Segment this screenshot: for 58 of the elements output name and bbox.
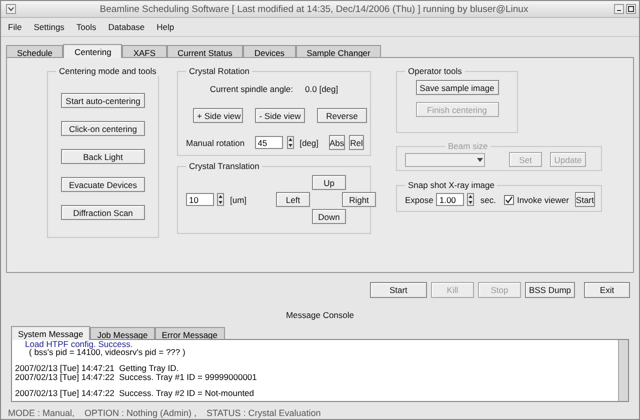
group-title: Crystal Rotation bbox=[188, 66, 250, 76]
tab[interactable]: XAFS bbox=[122, 45, 167, 57]
log-line: 2007/02/13 [Tue] 14:47:22 Success. Tray #1 ID = 99999000001 bbox=[15, 372, 258, 381]
tab[interactable]: Sample Changer bbox=[296, 45, 382, 57]
log-line: 2007/02/13 [Tue] 14:47:21 Getting Tray ID. bbox=[15, 364, 180, 373]
button[interactable]: Back Light bbox=[61, 149, 145, 164]
unit-label: [deg] bbox=[300, 138, 318, 148]
button[interactable]: Abs bbox=[328, 135, 346, 150]
button[interactable]: Reverse bbox=[317, 108, 367, 123]
log-line: Load HTPF config. Success. bbox=[24, 340, 133, 348]
menu-item[interactable]: Help bbox=[156, 22, 174, 32]
button[interactable]: Right bbox=[342, 192, 376, 207]
menu-item[interactable]: Tools bbox=[76, 22, 96, 32]
window-title: Beamline Scheduling Software [ Last modified at 14:35, Dec/14/2006 (Thu) ] running by bluser@Linux bbox=[98, 4, 530, 14]
button[interactable]: Exit bbox=[584, 282, 630, 298]
unit-label: sec. bbox=[480, 194, 496, 204]
button[interactable]: Left bbox=[276, 192, 310, 207]
number-field[interactable]: 45 bbox=[254, 136, 283, 149]
button[interactable]: Up bbox=[312, 175, 346, 190]
log-line: 2007/02/13 [Tue] 14:47:22 Success. Tray #2 ID = Not-mounted bbox=[15, 388, 256, 398]
checkbox-label: Invoke viewer bbox=[516, 194, 569, 204]
tab[interactable]: Devices bbox=[243, 45, 296, 57]
status-text: MODE : Manual, OPTION : Nothing (Admin) , STATUS : Crystal Evaluation bbox=[7, 407, 322, 418]
angle-value: 0.0 [deg] bbox=[305, 84, 338, 94]
button[interactable]: Start bbox=[574, 192, 595, 207]
menu-item[interactable]: Database bbox=[108, 22, 145, 32]
button[interactable]: Start bbox=[370, 282, 427, 298]
button[interactable]: Click-on centering bbox=[61, 121, 145, 136]
unit-label: [um] bbox=[230, 194, 247, 204]
number-field[interactable]: 1.00 bbox=[436, 193, 464, 206]
tab[interactable]: System Message bbox=[11, 326, 90, 340]
button[interactable]: Start auto-centering bbox=[61, 93, 145, 108]
tab[interactable]: Centering bbox=[63, 44, 122, 58]
expose-label: Expose bbox=[405, 194, 434, 204]
angle-label: Current spindle angle: bbox=[210, 84, 294, 94]
button[interactable]: Rel bbox=[349, 135, 364, 150]
button[interactable]: Evacuate Devices bbox=[61, 177, 145, 192]
tab[interactable]: Job Message bbox=[90, 327, 155, 339]
button[interactable]: Save sample image bbox=[416, 80, 498, 95]
log-line: ( bss's pid = 14100, videosrv's pid = ??? ) bbox=[29, 348, 186, 356]
button[interactable]: - Side view bbox=[255, 108, 305, 123]
group-title: Centering mode and tools bbox=[58, 66, 158, 76]
tab[interactable]: Error Message bbox=[154, 327, 225, 339]
group-title: Crystal Translation bbox=[188, 161, 260, 171]
menu-item[interactable]: Settings bbox=[34, 22, 64, 32]
group-title: Beam size bbox=[447, 141, 489, 151]
tab[interactable]: Current Status bbox=[166, 45, 244, 57]
button[interactable]: Diffraction Scan bbox=[61, 205, 145, 220]
manual-rotation-label: Manual rotation bbox=[186, 138, 245, 148]
group-title: Snap shot X-ray image bbox=[407, 180, 496, 190]
button[interactable]: BSS Dump bbox=[524, 282, 575, 298]
menu-item[interactable]: File bbox=[8, 22, 22, 32]
number-field[interactable]: 10 bbox=[186, 193, 214, 206]
tab[interactable]: Schedule bbox=[6, 45, 64, 57]
group-title: Operator tools bbox=[407, 66, 463, 76]
button[interactable]: Down bbox=[312, 209, 346, 224]
console-title: Message Console bbox=[284, 310, 356, 322]
button[interactable]: + Side view bbox=[193, 108, 243, 123]
